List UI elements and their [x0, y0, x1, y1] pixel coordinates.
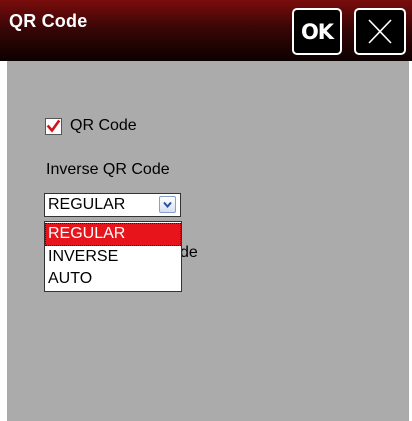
- chevron-down-icon: [163, 201, 172, 209]
- dropdown-option-regular[interactable]: REGULAR: [45, 223, 181, 246]
- qr-code-checkbox-label[interactable]: QR Code: [70, 117, 137, 135]
- select-current-value: REGULAR: [48, 196, 126, 213]
- checkmark-icon: [46, 119, 61, 133]
- window-left-edge: [0, 61, 7, 421]
- obscured-label-fragment: de: [180, 244, 198, 261]
- close-button[interactable]: [354, 8, 406, 55]
- inverse-qr-code-dropdown-list: REGULAR INVERSE AUTO: [44, 221, 182, 292]
- qr-code-checkbox[interactable]: [45, 118, 62, 135]
- dialog-window: QR Code OK QR Code Inverse QR Code de RE…: [0, 0, 412, 421]
- inverse-qr-code-label: Inverse QR Code: [46, 161, 170, 178]
- close-x-icon: [368, 19, 392, 44]
- ok-button[interactable]: OK: [292, 8, 342, 55]
- dropdown-arrow-button[interactable]: [159, 196, 176, 213]
- dropdown-option-auto[interactable]: AUTO: [45, 268, 181, 291]
- title-bar: QR Code OK: [0, 0, 412, 61]
- dropdown-option-inverse[interactable]: INVERSE: [45, 246, 181, 269]
- inverse-qr-code-select[interactable]: REGULAR: [44, 193, 181, 217]
- dialog-title: QR Code: [9, 11, 88, 31]
